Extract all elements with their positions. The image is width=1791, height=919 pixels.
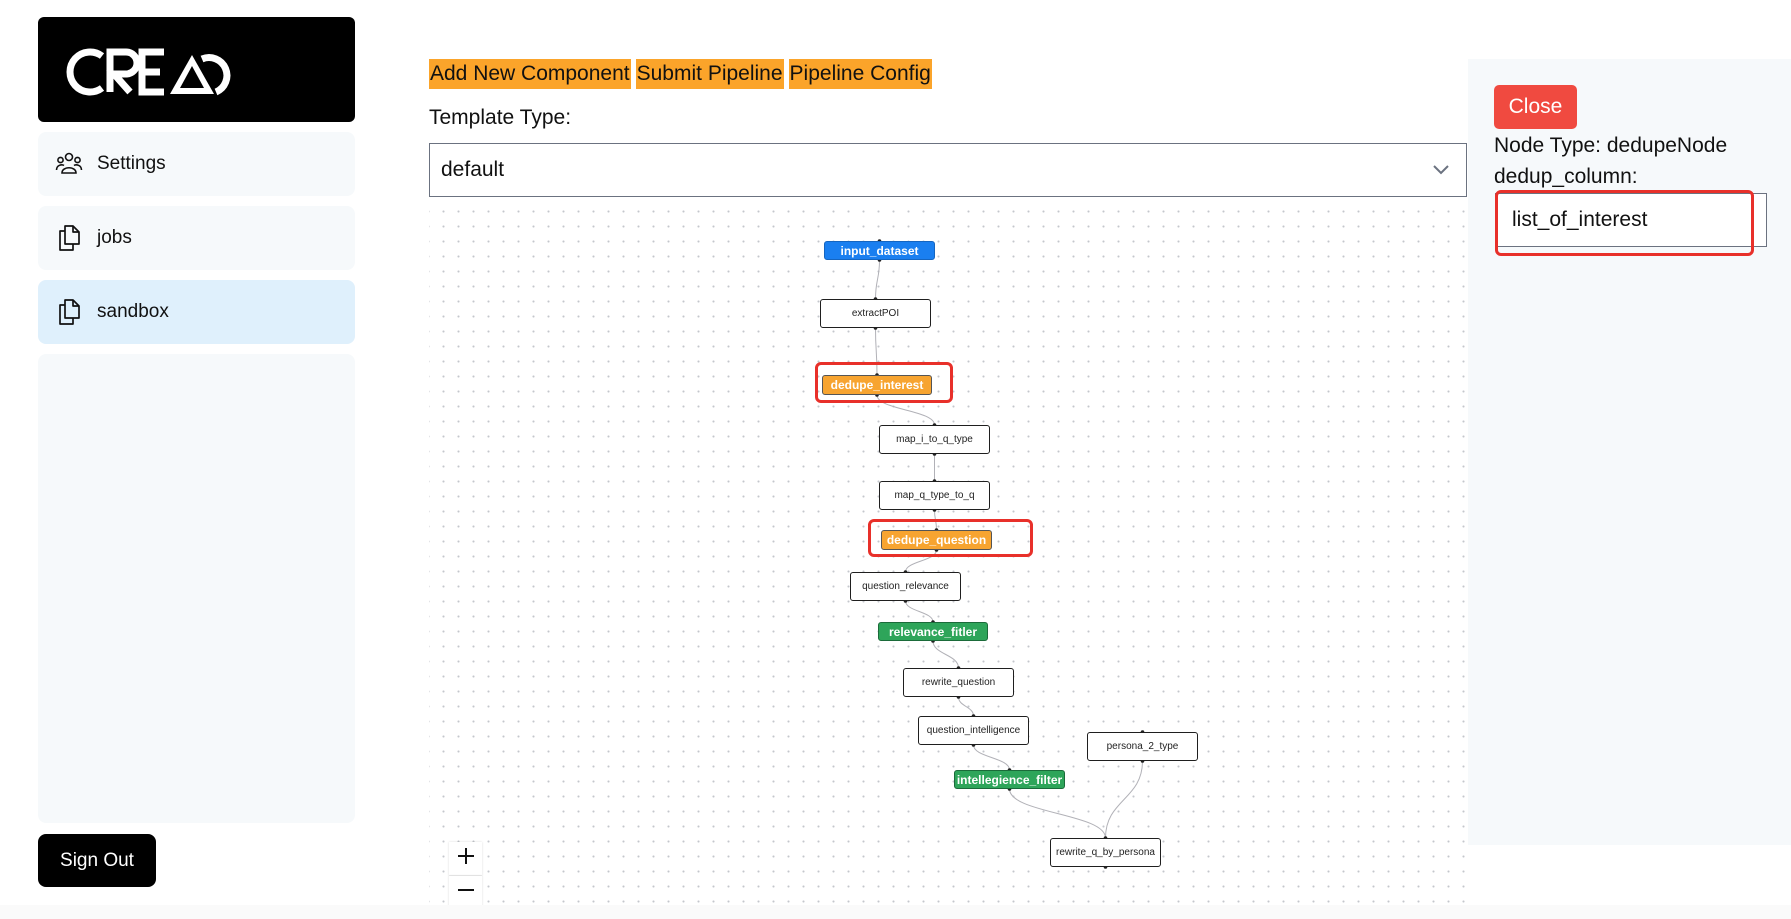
sidebar-empty-panel [38,354,355,823]
chevron-down-icon [1432,160,1450,183]
pipeline-node-map-i-to-q-type[interactable]: map_i_to_q_type [879,425,990,454]
pipeline-node-persona-2-type[interactable]: persona_2_type [1087,732,1198,761]
edge-rewrite_question-to-question_intelligence[interactable] [958,696,974,717]
submit-pipeline-button[interactable]: Submit Pipeline [635,59,784,89]
edge-extractPOI-to-dedupe_interest[interactable] [875,327,878,376]
pipeline-node-relevance-fitler[interactable]: relevance_fitler [878,622,988,641]
node-label: map_q_type_to_q [894,490,975,501]
node-label: relevance_fitler [888,624,978,639]
node-label: input_dataset [840,243,919,258]
sidebar-item-sandbox[interactable]: sandbox [38,280,355,344]
node-label: question_relevance [862,581,949,592]
pipeline-node-rewrite-question[interactable]: rewrite_question [903,668,1014,697]
node-label: rewrite_q_by_persona [1056,847,1155,858]
dedup-column-label: dedup_column: [1494,165,1638,188]
pipeline-node-intellegience-filter[interactable]: intellegience_filter [954,770,1065,789]
pipeline-edges [873,239,1145,869]
node-label: dedupe_question [886,533,987,547]
edge-question_relevance-to-relevance_fitler[interactable] [905,600,934,623]
node-label: persona_2_type [1106,741,1179,752]
pipeline-node-extractpoi[interactable]: extractPOI [820,299,931,328]
sign-out-button[interactable]: Sign Out [38,834,156,887]
edge-input_dataset-to-extractPOI[interactable] [875,259,880,300]
node-type-text: Node Type: dedupeNode [1494,134,1728,157]
documents-icon [55,224,83,252]
logo-wordmark-icon [66,48,231,96]
node-label: rewrite_question [921,677,996,688]
plus-icon [457,847,475,870]
users-icon [55,150,83,178]
sidebar-item-label: sandbox [97,301,169,322]
edge-question_intelligence-to-intellegience_filter[interactable] [973,744,1010,771]
documents-icon [55,298,83,326]
node-label: intellegience_filter [956,772,1063,787]
creao-logo [38,17,355,122]
edge-intellegience_filter-to-rewrite_q_by_persona[interactable] [1009,788,1106,839]
sidebar-item-settings[interactable]: Settings [38,132,355,196]
pipeline-node-question-intelligence[interactable]: question_intelligence [918,716,1029,745]
bottom-strip [0,905,1791,919]
pipeline-node-input-dataset[interactable]: input_dataset [824,241,935,260]
node-label: map_i_to_q_type [896,434,973,445]
edge-map_q_type_to_q-to-dedupe_question[interactable] [934,509,937,531]
pipeline-node-dedupe-interest[interactable]: dedupe_interest [822,375,932,395]
add-new-component-button[interactable]: Add New Component [429,59,631,89]
template-type-select[interactable]: default [429,143,1467,197]
pipeline-node-rewrite-q-by-persona[interactable]: rewrite_q_by_persona [1050,838,1161,867]
template-type-label: Template Type: [429,106,572,129]
sidebar-item-label: Settings [97,153,166,174]
edge-relevance_fitler-to-rewrite_question[interactable] [932,640,959,669]
pipeline-node-map-q-type-to-q[interactable]: map_q_type_to_q [879,481,990,510]
node-detail-panel: Close Node Type: dedupeNode dedup_column… [1468,59,1791,845]
close-button[interactable]: Close [1494,85,1577,129]
pipeline-config-button[interactable]: Pipeline Config [788,59,932,89]
node-label: dedupe_interest [830,378,924,392]
pipeline-node-question-relevance[interactable]: question_relevance [850,572,961,601]
edge-dedupe_question-to-question_relevance[interactable] [905,549,937,573]
node-label: extractPOI [851,308,900,319]
sidebar-item-jobs[interactable]: jobs [38,206,355,270]
pipeline-node-dedupe-question[interactable]: dedupe_question [881,530,992,550]
pipeline-toolbar: Add New Component Submit Pipeline Pipeli… [429,59,932,89]
template-type-value: default [441,158,505,181]
edge-persona_2_type-to-rewrite_q_by_persona[interactable] [1105,760,1143,839]
pipeline-canvas[interactable]: input_dataset extractPOI dedupe_interestma… [429,210,1468,905]
zoom-in-button[interactable] [449,842,482,876]
node-label: question_intelligence [926,725,1021,736]
minus-icon [457,881,475,904]
dedup-column-input[interactable] [1495,193,1767,247]
zoom-out-button[interactable] [449,876,482,905]
edge-dedupe_interest-to-map_i_to_q_type[interactable] [876,394,935,426]
sidebar-item-label: jobs [97,227,132,248]
